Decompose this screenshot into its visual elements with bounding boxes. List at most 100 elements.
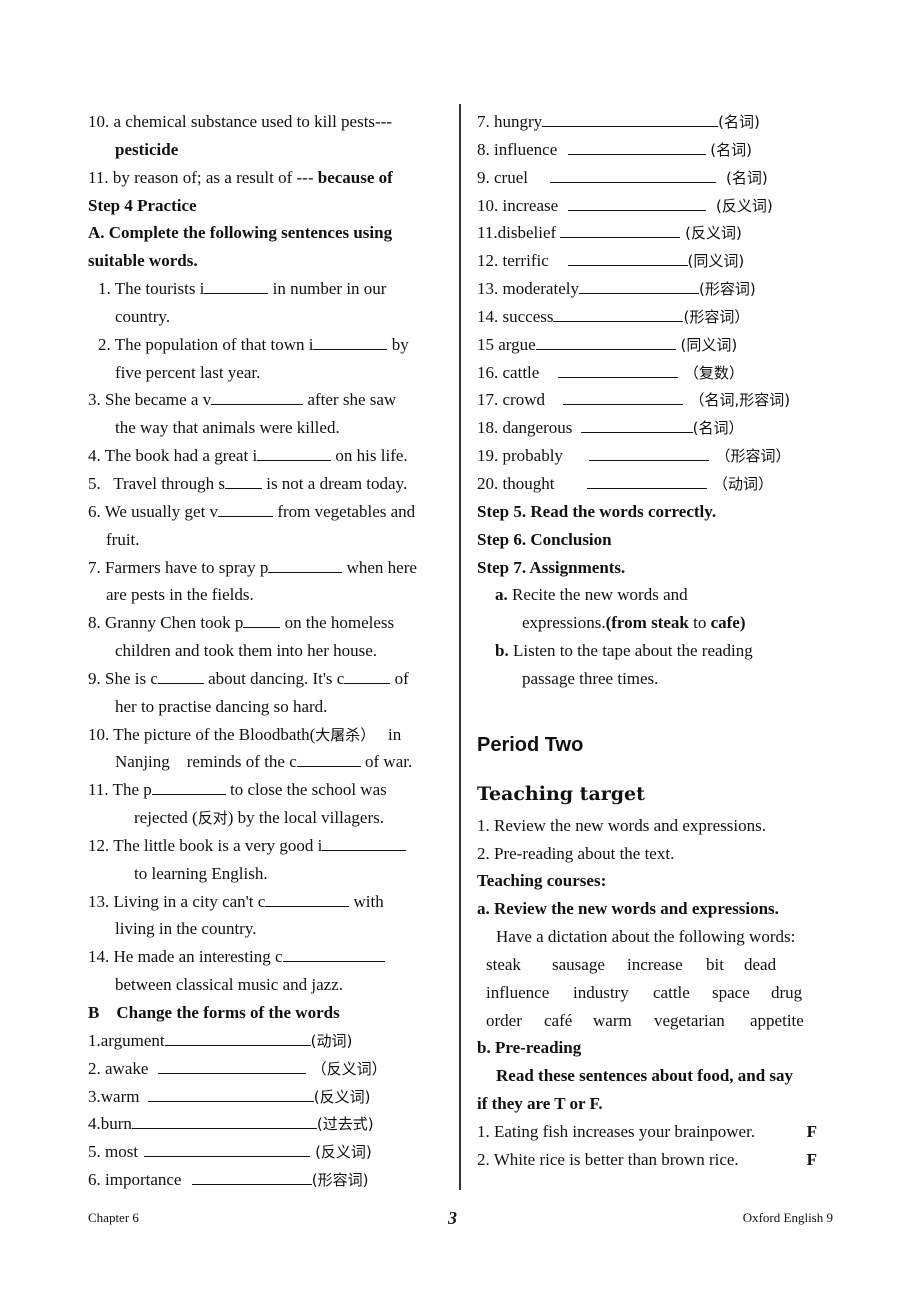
answer-blank[interactable] <box>313 334 388 350</box>
sentence-7: 7. Farmers have to spray p when here <box>88 557 417 577</box>
form-item: 14. success (形容词） <box>477 306 750 326</box>
course-b-heading: b. Pre-reading <box>477 1038 582 1058</box>
sentence-4: 4. The book had a great i on his life. <box>88 445 408 466</box>
sentence-13-cont: living in the country. <box>115 919 257 939</box>
course-b-instruction-cont: if they are T or F. <box>477 1094 603 1114</box>
dictation-word: appetite <box>750 1010 804 1030</box>
form-item: 16. cattle （复数） <box>477 362 744 382</box>
form-item: 3.warm (反义词) <box>88 1086 371 1106</box>
sentence-10-cont: Nanjing reminds of the c of war. <box>115 751 413 772</box>
column-divider <box>459 104 461 1190</box>
answer-blank[interactable] <box>586 473 707 489</box>
form-item: 2. awake （反义词） <box>88 1058 387 1078</box>
answer-blank[interactable] <box>553 306 684 322</box>
answer-blank[interactable] <box>268 557 343 573</box>
vocab-answer-10: pesticide <box>115 139 179 159</box>
sentence-2-cont: five percent last year. <box>115 362 261 382</box>
answer-blank[interactable] <box>157 668 204 684</box>
answer-blank[interactable] <box>157 1058 306 1074</box>
answer-blank[interactable] <box>218 501 274 517</box>
answer-blank[interactable] <box>557 362 678 378</box>
vocab-item-11: 11. by reason of; as a result of --- bec… <box>88 167 393 187</box>
answer-blank[interactable] <box>322 835 407 851</box>
course-b-instruction: Read these sentences about food, and say <box>496 1066 794 1086</box>
sentence-3-cont: the way that animals were killed. <box>115 418 340 438</box>
section-a-heading-1: A. Complete the following sentences usin… <box>88 223 393 243</box>
answer-blank[interactable] <box>191 1169 312 1186</box>
dictation-word: dead <box>744 954 777 974</box>
form-item: 15 argue (同义词) <box>477 334 738 354</box>
answer-blank[interactable] <box>131 1113 317 1130</box>
assignment-a: a. Recite the new words and <box>495 585 688 605</box>
dictation-row: order café warm vegetarian appetite <box>477 1007 837 1035</box>
answer-blank[interactable] <box>151 779 226 796</box>
form-item: 12. terrific (同义词) <box>477 250 745 271</box>
answer-blank[interactable] <box>550 167 717 183</box>
assignment-b-cont: passage three times. <box>522 668 659 688</box>
vocab-item-10: 10. a chemical substance used to kill pe… <box>88 112 393 131</box>
form-item: 9. cruel (名词) <box>477 167 768 187</box>
form-item: 1.argument (动词) <box>88 1030 353 1050</box>
answer-blank[interactable] <box>568 195 707 211</box>
right-column: 7. hungry (名词) 8. influence (名词) 9. cruel… <box>477 108 837 1174</box>
period-title: Period Two <box>477 733 584 756</box>
answer-blank[interactable] <box>535 334 676 350</box>
form-item: 7. hungry (名词) <box>477 111 760 131</box>
answer-blank[interactable] <box>243 612 281 629</box>
dictation-word: cattle <box>653 982 690 1002</box>
dictation-word: café <box>544 1010 573 1030</box>
answer-blank[interactable] <box>589 445 710 462</box>
sentence-11-cont: rejected (反对) by the local villagers. <box>134 808 384 828</box>
form-item: 11.disbelief (反义词) <box>477 222 742 243</box>
form-item: 10. increase (反义词) <box>477 195 773 215</box>
answer-blank[interactable] <box>265 891 350 907</box>
answer-blank[interactable] <box>563 389 684 406</box>
sentence-12: 12. The little book is a very good i <box>88 832 448 860</box>
answer-blank[interactable] <box>211 389 304 406</box>
answer-blank[interactable] <box>144 1141 311 1158</box>
page-footer: Chapter 6 3 Oxford English 9 <box>88 1208 833 1232</box>
tf-item: 2. White rice is better than brown rice.… <box>477 1146 837 1174</box>
dictation-word: space <box>712 982 750 1002</box>
dictation-word: industry <box>573 982 629 1002</box>
assignment-a-cont: expressions.(from steak to cafe) <box>522 613 746 633</box>
answer-blank[interactable] <box>578 278 699 295</box>
dictation-row: steak sausage increase bit dead <box>477 951 837 979</box>
form-item: 6. importance (形容词) <box>88 1169 369 1190</box>
step5-heading: Step 5. Read the words correctly. <box>477 501 717 521</box>
answer-blank[interactable] <box>560 222 681 239</box>
answer-blank[interactable] <box>282 946 385 963</box>
answer-blank[interactable] <box>567 250 688 267</box>
sentence-8: 8. Granny Chen took p on the homeless <box>88 612 395 633</box>
assignment-b: b. Listen to the tape about the reading <box>495 641 753 661</box>
teaching-courses-heading: Teaching courses: <box>477 871 607 891</box>
sentence-5: 5. Travel through s is not a dream today… <box>88 473 408 493</box>
answer-blank[interactable] <box>257 445 332 462</box>
answer-blank[interactable] <box>542 111 719 127</box>
form-item: 4.burn (过去式) <box>88 1113 374 1134</box>
answer-blank[interactable] <box>164 1030 311 1046</box>
form-item: 5. most (反义词) <box>88 1141 372 1162</box>
sentence-14-cont: between classical music and jazz. <box>115 975 343 995</box>
sentence-9-cont: her to practise dancing so hard. <box>115 696 328 716</box>
dictation-word: bit <box>706 954 724 974</box>
tf-answer: F <box>806 1122 817 1141</box>
form-item: 17. crowd （名词,形容词) <box>477 389 791 410</box>
answer-blank[interactable] <box>204 278 269 295</box>
answer-blank[interactable] <box>296 751 361 768</box>
sentence-6-cont: fruit. <box>106 529 140 549</box>
answer-blank[interactable] <box>344 668 391 684</box>
page-number: 3 <box>448 1208 457 1228</box>
footer-book-title: Oxford English 9 <box>742 1210 833 1225</box>
answer-blank[interactable] <box>147 1086 314 1102</box>
sentence-7-cont: are pests in the fields. <box>106 585 254 605</box>
footer-chapter: Chapter 6 <box>88 1210 139 1225</box>
left-column: 10. a chemical substance used to kill pe… <box>88 108 448 1194</box>
target-item: 2. Pre-reading about the text. <box>477 843 675 863</box>
answer-blank[interactable] <box>567 139 706 155</box>
form-item: 18. dangerous (名词） <box>477 417 744 438</box>
section-a-heading-2: suitable words. <box>88 251 198 271</box>
answer-blank[interactable] <box>580 417 693 434</box>
tf-item: 1. Eating fish increases your brainpower… <box>477 1118 837 1146</box>
answer-blank[interactable] <box>224 473 262 489</box>
